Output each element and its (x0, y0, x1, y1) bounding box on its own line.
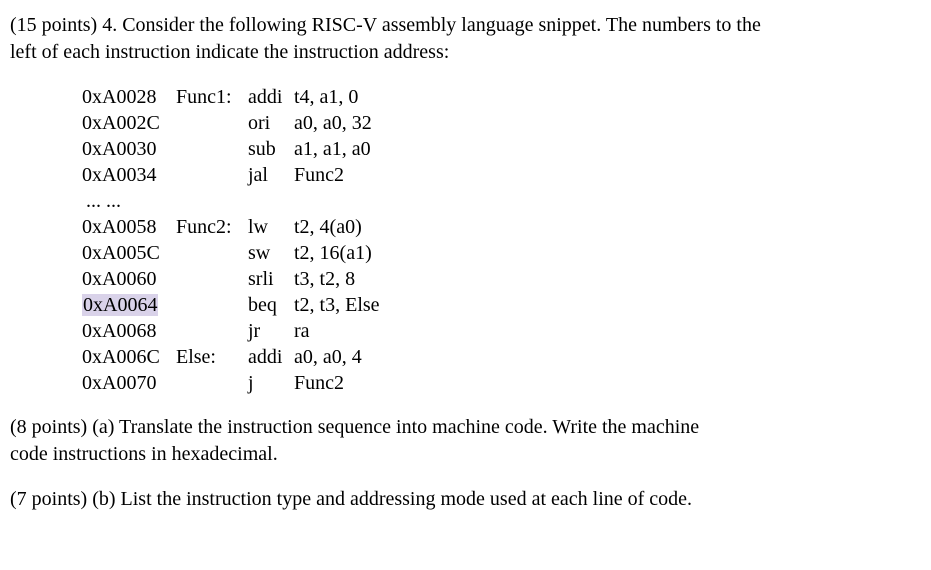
mnemonic: jal (248, 162, 294, 188)
code-label (176, 110, 248, 136)
part-b-text: (7 points) (b) List the instruction type… (10, 488, 692, 510)
instruction-address: 0xA0030 (82, 136, 176, 162)
highlight-mark: 0xA0064 (82, 294, 158, 316)
code-line: 0xA0058Func2:lwt2, 4(a0) (82, 214, 921, 240)
mnemonic: j (248, 370, 294, 396)
code-label (176, 136, 248, 162)
instruction-address: 0xA006C (82, 344, 176, 370)
intro-line-2: left of each instruction indicate the in… (10, 41, 449, 63)
intro-line-1: (15 points) 4. Consider the following RI… (10, 14, 761, 36)
code-label: Func2: (176, 214, 248, 240)
code-line: 0xA0068 jrra (82, 318, 921, 344)
code-label: Else: (176, 344, 248, 370)
operands: t4, a1, 0 (294, 84, 358, 110)
code-line: 0xA002C oria0, a0, 32 (82, 110, 921, 136)
code-line: 0xA0034 jalFunc2 (82, 162, 921, 188)
mnemonic: addi (248, 344, 294, 370)
mnemonic: beq (248, 292, 294, 318)
operands: t2, 4(a0) (294, 214, 362, 240)
operands: a0, a0, 32 (294, 110, 372, 136)
operands: t2, t3, Else (294, 292, 380, 318)
code-line: 0xA005C swt2, 16(a1) (82, 240, 921, 266)
subquestion-b: (7 points) (b) List the instruction type… (10, 486, 921, 513)
instruction-address: 0xA0060 (82, 266, 176, 292)
code-label (176, 370, 248, 396)
code-label (176, 240, 248, 266)
instruction-address: 0xA0028 (82, 84, 176, 110)
instruction-address: 0xA0034 (82, 162, 176, 188)
code-line: 0xA0028Func1:addit4, a1, 0 (82, 84, 921, 110)
code-label: Func1: (176, 84, 248, 110)
operands: Func2 (294, 370, 344, 396)
instruction-address: 0xA002C (82, 110, 176, 136)
mnemonic: lw (248, 214, 294, 240)
code-line: 0xA0060 srlit3, t2, 8 (82, 266, 921, 292)
instruction-address: 0xA0064 (82, 292, 176, 318)
operands: a0, a0, 4 (294, 344, 362, 370)
operands: Func2 (294, 162, 344, 188)
mnemonic: jr (248, 318, 294, 344)
part-a-line-1: (8 points) (a) Translate the instruction… (10, 416, 699, 438)
instruction-address: 0xA0068 (82, 318, 176, 344)
subquestion-a: (8 points) (a) Translate the instruction… (10, 414, 921, 468)
code-line: 0xA006CElse:addia0, a0, 4 (82, 344, 921, 370)
instruction-address: 0xA005C (82, 240, 176, 266)
code-label (176, 162, 248, 188)
operands: t3, t2, 8 (294, 266, 355, 292)
operands: ra (294, 318, 310, 344)
mnemonic: ori (248, 110, 294, 136)
code-label (176, 266, 248, 292)
mnemonic: sw (248, 240, 294, 266)
code-line: 0xA0070 jFunc2 (82, 370, 921, 396)
code-label (176, 318, 248, 344)
mnemonic: addi (248, 84, 294, 110)
part-a-line-2: code instructions in hexadecimal. (10, 443, 278, 465)
instruction-address: 0xA0058 (82, 214, 176, 240)
operands: a1, a1, a0 (294, 136, 371, 162)
operands: t2, 16(a1) (294, 240, 372, 266)
assembly-code-block: 0xA0028Func1:addit4, a1, 0 0xA002Coria0,… (82, 84, 921, 396)
instruction-address: 0xA0070 (82, 370, 176, 396)
question-intro: (15 points) 4. Consider the following RI… (10, 12, 921, 66)
code-line: 0xA0064 beqt2, t3, Else (82, 292, 921, 318)
mnemonic: sub (248, 136, 294, 162)
code-label (176, 292, 248, 318)
code-line: 0xA0030 suba1, a1, a0 (82, 136, 921, 162)
mnemonic: srli (248, 266, 294, 292)
code-ellipsis: ... ... (86, 188, 921, 214)
